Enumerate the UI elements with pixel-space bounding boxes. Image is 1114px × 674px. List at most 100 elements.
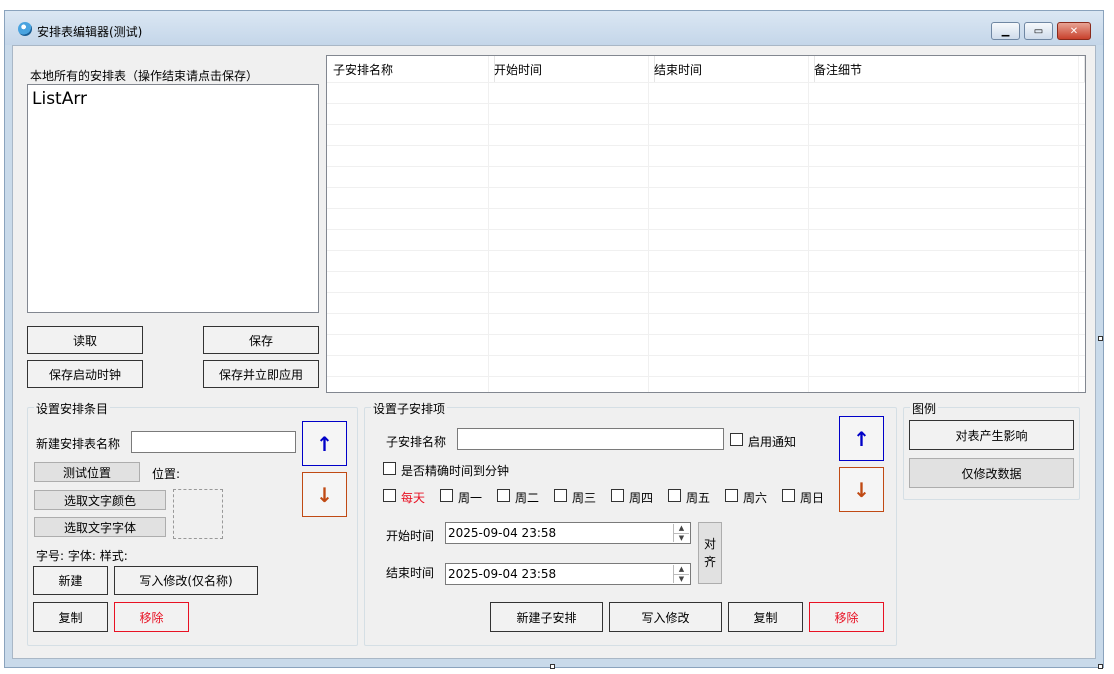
- spin-down-icon[interactable]: ▼: [674, 573, 689, 584]
- grid-row-line: [327, 82, 1085, 83]
- start-time-value: 2025-09-04 23:58: [448, 526, 557, 540]
- resize-grip-bottom[interactable]: [550, 664, 555, 669]
- position-label: 位置:: [152, 467, 181, 481]
- arrow-down-icon: ↓: [316, 482, 333, 507]
- new-table-button[interactable]: 新建: [33, 566, 108, 595]
- maximize-button[interactable]: ▭: [1024, 22, 1053, 40]
- list-item[interactable]: ListArr: [32, 89, 87, 109]
- grid-row-line: [327, 145, 1085, 146]
- grid-row-line: [327, 103, 1085, 104]
- precise-minute-checkbox[interactable]: [383, 462, 396, 475]
- grid-row-line: [327, 334, 1085, 335]
- enable-notify-checkbox[interactable]: [730, 433, 743, 446]
- precise-minute-label: 是否精确时间到分钟: [401, 464, 510, 478]
- grid-row-line: [327, 313, 1085, 314]
- sub-move-down-button[interactable]: ↓: [839, 467, 884, 512]
- resize-grip-corner[interactable]: [1098, 664, 1103, 669]
- resize-grip-right[interactable]: [1098, 336, 1103, 341]
- day-checkbox-thu[interactable]: [611, 489, 624, 502]
- grid-row-line: [327, 271, 1085, 272]
- end-time-picker[interactable]: 2025-09-04 23:58 ▲ ▼: [445, 563, 691, 585]
- local-tables-label: 本地所有的安排表（操作结束请点击保存）: [30, 69, 259, 83]
- window-title: 安排表编辑器(测试): [37, 25, 143, 39]
- grid-row-line: [327, 250, 1085, 251]
- minimize-icon: ▁: [1001, 25, 1010, 37]
- sub-name-input[interactable]: [457, 428, 724, 450]
- day-checkbox-sun[interactable]: [782, 489, 795, 502]
- legend-data-only-button[interactable]: 仅修改数据: [909, 458, 1074, 488]
- sub-item-settings-title: 设置子安排项: [371, 400, 448, 417]
- end-time-value: 2025-09-04 23:58: [448, 567, 557, 581]
- day-label-wed: 周三: [572, 491, 597, 505]
- align-button[interactable]: 对齐: [698, 522, 722, 584]
- column-header-name[interactable]: 子安排名称: [327, 56, 495, 82]
- new-sub-schedule-button[interactable]: 新建子安排: [490, 602, 603, 632]
- grid-row-line: [327, 166, 1085, 167]
- read-button[interactable]: 读取: [27, 326, 143, 354]
- save-button[interactable]: 保存: [203, 326, 319, 354]
- copy-table-button[interactable]: 复制: [33, 602, 108, 632]
- title-bar[interactable]: [5, 11, 1103, 45]
- grid-column-line: [808, 56, 809, 392]
- start-time-label: 开始时间: [386, 529, 435, 543]
- day-label-mon: 周一: [458, 491, 483, 505]
- day-checkbox-mon[interactable]: [440, 489, 453, 502]
- grid-row-line: [327, 376, 1085, 377]
- sub-schedule-grid[interactable]: 子安排名称 开始时间 结束时间 备注细节: [326, 55, 1086, 393]
- day-label-thu: 周四: [629, 491, 654, 505]
- new-table-name-label: 新建安排表名称: [36, 437, 121, 451]
- start-time-spinner[interactable]: ▲ ▼: [673, 524, 689, 542]
- close-button[interactable]: ✕: [1057, 22, 1091, 40]
- grid-row-line: [327, 208, 1085, 209]
- pick-text-color-button[interactable]: 选取文字颜色: [34, 490, 166, 510]
- write-name-button[interactable]: 写入修改(仅名称): [114, 566, 258, 595]
- spin-up-icon[interactable]: ▲: [674, 565, 689, 574]
- day-checkbox-fri[interactable]: [668, 489, 681, 502]
- grid-row-line: [327, 355, 1085, 356]
- end-time-label: 结束时间: [386, 566, 435, 580]
- column-header-start[interactable]: 开始时间: [488, 56, 655, 82]
- column-header-end[interactable]: 结束时间: [648, 56, 815, 82]
- day-label-tue: 周二: [515, 491, 540, 505]
- write-changes-button[interactable]: 写入修改: [609, 602, 722, 632]
- close-icon: ✕: [1069, 25, 1079, 37]
- save-startup-clock-button[interactable]: 保存启动时钟: [27, 360, 143, 388]
- start-time-picker[interactable]: 2025-09-04 23:58 ▲ ▼: [445, 522, 691, 544]
- maximize-icon: ▭: [1033, 25, 1044, 37]
- spin-down-icon[interactable]: ▼: [674, 532, 689, 543]
- day-label-sun: 周日: [800, 491, 825, 505]
- day-checkbox-sat[interactable]: [725, 489, 738, 502]
- sub-move-up-button[interactable]: ↑: [839, 416, 884, 461]
- remove-table-button[interactable]: 移除: [114, 602, 189, 632]
- day-checkbox-everyday[interactable]: [383, 489, 396, 502]
- day-checkbox-wed[interactable]: [554, 489, 567, 502]
- test-position-button[interactable]: 测试位置: [34, 462, 140, 482]
- pick-text-font-button[interactable]: 选取文字字体: [34, 517, 166, 537]
- move-down-button[interactable]: ↓: [302, 472, 347, 517]
- day-label-sat: 周六: [743, 491, 768, 505]
- schedule-listbox[interactable]: ListArr: [27, 84, 319, 313]
- save-and-apply-button[interactable]: 保存并立即应用: [203, 360, 319, 388]
- arrow-down-icon: ↓: [853, 477, 870, 502]
- day-checkbox-tue[interactable]: [497, 489, 510, 502]
- arrow-up-icon: ↑: [316, 431, 333, 456]
- entry-settings-title: 设置安排条目: [34, 400, 111, 417]
- move-up-button[interactable]: ↑: [302, 421, 347, 466]
- spin-up-icon[interactable]: ▲: [674, 524, 689, 533]
- legend-title: 图例: [910, 400, 939, 417]
- minimize-button[interactable]: ▁: [991, 22, 1020, 40]
- legend-affects-table-button[interactable]: 对表产生影响: [909, 420, 1074, 450]
- enable-notify-label: 启用通知: [748, 435, 797, 449]
- copy-sub-button[interactable]: 复制: [728, 602, 803, 632]
- font-info-label: 字号: 字体: 样式:: [36, 549, 128, 563]
- grid-column-line: [488, 56, 489, 392]
- end-time-spinner[interactable]: ▲ ▼: [673, 565, 689, 583]
- grid-row-line: [327, 124, 1085, 125]
- color-preview-box: [173, 489, 223, 539]
- sub-name-label: 子安排名称: [386, 435, 447, 449]
- app-icon: [18, 22, 32, 36]
- remove-sub-button[interactable]: 移除: [809, 602, 884, 632]
- grid-row-line: [327, 229, 1085, 230]
- new-table-name-input[interactable]: [131, 431, 296, 453]
- column-header-notes[interactable]: 备注细节: [808, 56, 1085, 82]
